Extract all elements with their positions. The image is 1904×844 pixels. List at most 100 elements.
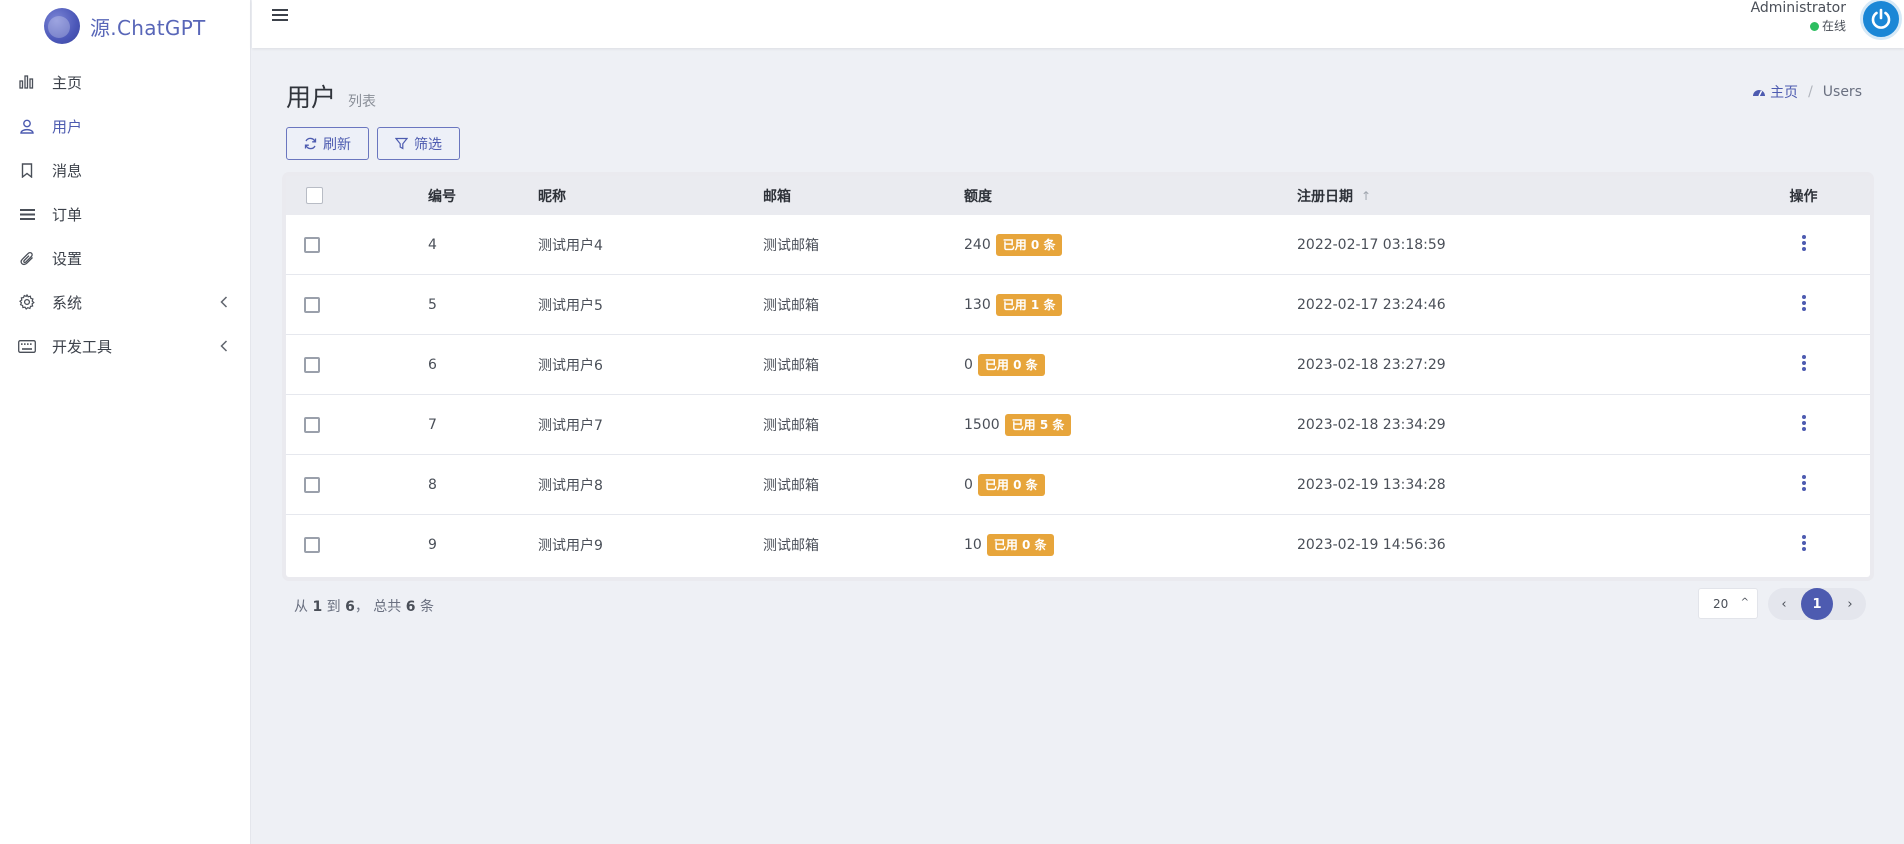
- user-icon: [18, 117, 36, 135]
- sidebar-item-label: 订单: [52, 205, 83, 224]
- sidebar-item-devtools[interactable]: 开发工具: [0, 324, 250, 368]
- breadcrumb-current: Users: [1822, 84, 1862, 100]
- page-number-current[interactable]: 1: [1801, 588, 1833, 620]
- refresh-button[interactable]: 刷新: [286, 127, 369, 160]
- cell-id: 5: [428, 296, 437, 313]
- cell-email: 测试邮箱: [763, 237, 819, 254]
- quota-value: 10: [964, 537, 982, 553]
- row-checkbox[interactable]: [304, 296, 320, 313]
- cell-id: 6: [428, 356, 437, 373]
- filter-button[interactable]: 筛选: [377, 127, 460, 160]
- refresh-button-label: 刷新: [323, 135, 351, 152]
- online-status-icon: [1809, 22, 1819, 31]
- brand-name: 源.ChatGPT: [90, 15, 206, 40]
- sidebar-item-system[interactable]: 系统: [0, 280, 250, 324]
- cell-reg-date: 2023-02-18 23:27:29: [1297, 356, 1446, 373]
- sidebar-item-settings[interactable]: 设置: [0, 236, 250, 280]
- summary-from: 1: [312, 599, 323, 615]
- table-row: 5 测试用户5 测试邮箱 130 已用 1 条 2022-02-17 23:24:…: [286, 275, 1870, 335]
- bar-chart-icon: [18, 73, 36, 91]
- sidebar-item-users[interactable]: 用户: [0, 104, 250, 148]
- bookmark-icon: [18, 161, 36, 179]
- sidebar-item-label: 用户: [52, 117, 83, 136]
- cell-email: 测试邮箱: [763, 417, 819, 434]
- page-title: 用户: [286, 83, 337, 112]
- column-header-id[interactable]: 编号: [428, 186, 538, 206]
- breadcrumb-home[interactable]: 主页: [1752, 82, 1798, 102]
- cell-reg-date: 2023-02-18 23:34:29: [1297, 416, 1446, 433]
- quota-value: 130: [964, 296, 991, 313]
- cell-quota: 0 已用 0 条: [964, 473, 1297, 496]
- brand-logo[interactable]: 源.ChatGPT: [0, 0, 250, 52]
- row-actions-kebab-icon[interactable]: [1797, 473, 1811, 493]
- sidebar-item-messages[interactable]: 消息: [0, 148, 250, 192]
- sidebar-item-home[interactable]: 主页: [0, 60, 250, 104]
- chevron-left-icon: [220, 294, 228, 312]
- quota-value: 240: [964, 236, 991, 253]
- row-actions-kebab-icon[interactable]: [1797, 413, 1811, 433]
- sort-arrow-up-icon[interactable]: ↑: [1361, 189, 1371, 203]
- breadcrumb-separator: /: [1808, 84, 1813, 100]
- sidebar-item-label: 设置: [52, 249, 83, 268]
- topbar: Administrator 在线: [252, 0, 1904, 48]
- user-status: 在线: [1751, 16, 1846, 36]
- logo-icon: [44, 8, 80, 44]
- page-header: 用户 列表: [286, 78, 376, 114]
- table-row: 8 测试用户8 测试邮箱 0 已用 0 条 2023-02-19 13:34:28: [286, 455, 1870, 515]
- used-badge: 已用 1 条: [995, 293, 1063, 316]
- dashboard-icon: [1753, 90, 1766, 97]
- row-actions-kebab-icon[interactable]: [1797, 533, 1811, 553]
- row-checkbox[interactable]: [304, 476, 320, 493]
- used-badge: 已用 5 条: [1004, 413, 1072, 436]
- cell-email: 测试邮箱: [763, 477, 819, 494]
- row-checkbox[interactable]: [304, 236, 320, 253]
- used-badge: 已用 0 条: [977, 473, 1045, 496]
- cell-email: 测试邮箱: [763, 297, 819, 314]
- row-actions-kebab-icon[interactable]: [1797, 293, 1811, 313]
- row-checkbox[interactable]: [304, 416, 320, 433]
- cell-quota: 1500 已用 5 条: [964, 413, 1297, 436]
- select-all-checkbox[interactable]: [306, 187, 323, 204]
- table-header: 编号 昵称 邮箱 额度 注册日期 ↑ 操作: [286, 176, 1870, 215]
- row-actions-kebab-icon[interactable]: [1797, 353, 1811, 373]
- table-row: 4 测试用户4 测试邮箱 240 已用 0 条 2022-02-17 03:18:…: [286, 215, 1870, 275]
- filter-button-label: 筛选: [414, 135, 442, 152]
- cell-nickname: 测试用户7: [538, 417, 603, 434]
- chevron-up-icon: ^: [1740, 597, 1749, 608]
- per-page-select[interactable]: 20 ^: [1698, 588, 1758, 619]
- user-menu[interactable]: Administrator 在线: [1751, 0, 1846, 36]
- row-checkbox[interactable]: [304, 356, 320, 373]
- avatar[interactable]: [1860, 0, 1902, 40]
- sidebar-item-label: 开发工具: [52, 337, 113, 356]
- refresh-icon: [304, 137, 317, 150]
- paperclip-icon: [18, 249, 36, 267]
- column-header-reg-date-label: 注册日期: [1297, 188, 1353, 205]
- cell-id: 8: [428, 476, 437, 493]
- column-header-reg-date[interactable]: 注册日期 ↑: [1297, 186, 1737, 206]
- keyboard-icon: [18, 337, 36, 355]
- sidebar-item-orders[interactable]: 订单: [0, 192, 250, 236]
- column-header-email[interactable]: 邮箱: [763, 186, 964, 206]
- row-actions-kebab-icon[interactable]: [1797, 233, 1811, 253]
- user-name: Administrator: [1750, 0, 1846, 16]
- cell-quota: 240 已用 0 条: [964, 233, 1297, 256]
- used-badge: 已用 0 条: [977, 353, 1045, 376]
- gear-icon: [18, 293, 36, 311]
- user-status-text: 在线: [1821, 19, 1846, 33]
- breadcrumb: 主页 / Users: [1752, 82, 1862, 102]
- quota-value: 0: [964, 476, 973, 493]
- cell-nickname: 测试用户5: [538, 297, 603, 314]
- cell-reg-date: 2022-02-17 03:18:59: [1297, 236, 1446, 253]
- column-header-nickname[interactable]: 昵称: [538, 186, 763, 206]
- main-content: 用户 列表 主页 / Users 刷新 筛选 编号 昵称 邮箱 额度 注册日期: [252, 48, 1904, 844]
- column-header-quota[interactable]: 额度: [964, 186, 1297, 206]
- next-page-icon[interactable]: ›: [1842, 597, 1858, 612]
- hamburger-menu-icon[interactable]: [272, 8, 290, 26]
- sidebar-item-label: 主页: [52, 73, 83, 92]
- summary-from-label: 从: [294, 599, 308, 615]
- sidebar-item-label: 消息: [52, 161, 83, 180]
- row-checkbox[interactable]: [304, 537, 320, 553]
- quota-value: 1500: [964, 416, 1000, 433]
- cell-quota: 130 已用 1 条: [964, 293, 1297, 316]
- prev-page-icon[interactable]: ‹: [1776, 597, 1792, 612]
